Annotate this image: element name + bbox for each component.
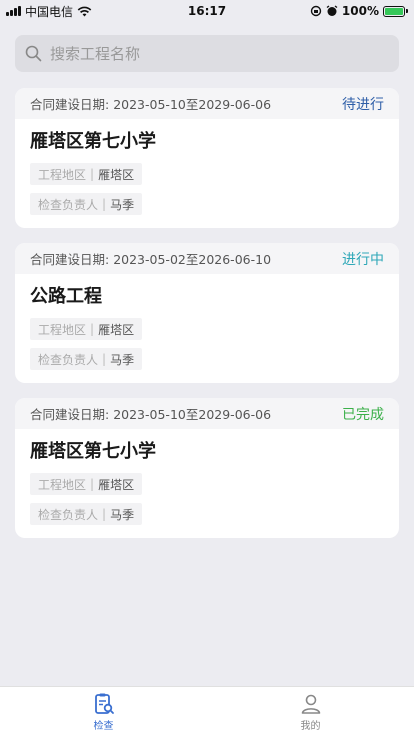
project-card[interactable]: 合同建设日期: 2023-05-10至2029-06-06 已完成 雁塔区第七小… [15,398,399,538]
contract-date: 合同建设日期: 2023-05-10至2029-06-06 [30,97,272,112]
contract-date: 合同建设日期: 2023-05-02至2026-06-10 [30,252,272,267]
user-icon [301,694,320,714]
card-header: 合同建设日期: 2023-05-10至2029-06-06 已完成 [15,398,399,429]
project-list: 合同建设日期: 2023-05-10至2029-06-06 待进行 雁塔区第七小… [0,72,414,538]
tab-label: 检查 [93,720,114,732]
region-tag: 工程地区 | 雁塔区 [30,318,143,340]
card-header: 合同建设日期: 2023-05-02至2026-06-10 进行中 [15,243,399,274]
search-input[interactable] [50,44,370,63]
contract-date: 合同建设日期: 2023-05-10至2029-06-06 [30,407,272,422]
card-header: 合同建设日期: 2023-05-10至2029-06-06 待进行 [15,88,399,119]
project-title: 公路工程 [30,286,102,307]
project-card[interactable]: 合同建设日期: 2023-05-10至2029-06-06 待进行 雁塔区第七小… [15,88,399,228]
inspector-tag: 检查负责人 | 马季 [30,503,143,525]
region-tag: 工程地区 | 雁塔区 [30,163,143,185]
tab-bar: 检查 我的 [0,686,414,736]
clipboard-search-icon [94,693,114,714]
battery-percent: 100% [341,4,379,18]
status-label: 已完成 [342,406,384,423]
alarm-icon [326,5,338,16]
project-card[interactable]: 合同建设日期: 2023-05-02至2026-06-10 进行中 公路工程 工… [15,243,399,383]
search-icon [25,45,42,62]
wifi-icon [77,6,92,16]
tab-mine[interactable]: 我的 [207,687,414,736]
region-tag: 工程地区 | 雁塔区 [30,473,143,495]
status-label: 进行中 [342,251,384,268]
project-title: 雁塔区第七小学 [30,441,156,462]
inspector-tag: 检查负责人 | 马季 [30,193,143,215]
status-label: 待进行 [342,96,384,113]
status-bar: 中国电信 16:17 100% [0,0,414,22]
signal-icon [6,6,21,16]
tab-label: 我的 [300,720,321,732]
carrier-name: 中国电信 [25,4,74,19]
inspector-tag: 检查负责人 | 马季 [30,348,143,370]
orientation-lock-icon [310,5,322,17]
search-bar[interactable] [15,35,399,72]
project-title: 雁塔区第七小学 [30,131,156,152]
tab-inspect[interactable]: 检查 [0,687,207,736]
battery-icon [383,5,408,17]
